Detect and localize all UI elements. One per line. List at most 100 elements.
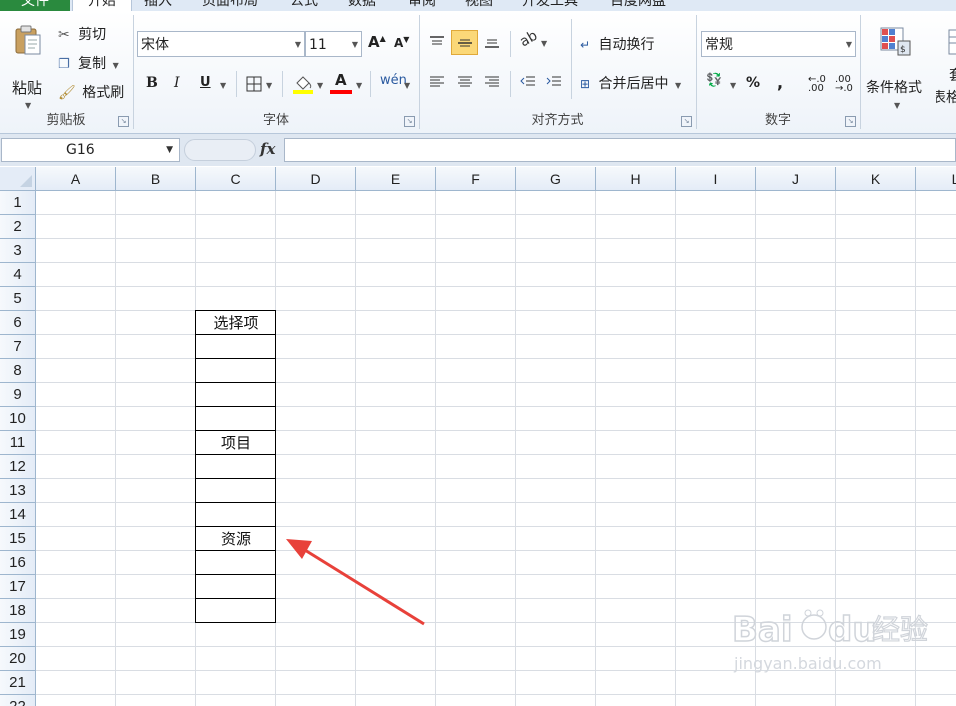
paste-button[interactable]: 粘贴 ▼ — [8, 25, 48, 111]
increase-font-button[interactable]: A▲ — [368, 33, 386, 51]
copy-dropdown-icon[interactable]: ▼ — [113, 61, 119, 70]
font-launcher-icon[interactable]: ↘ — [404, 116, 415, 127]
chevron-down-icon[interactable]: ▼ — [166, 139, 173, 161]
borders-dropdown-icon[interactable]: ▼ — [266, 81, 272, 90]
conditional-formatting-label: 条件格式 — [866, 80, 922, 96]
font-color-dropdown-icon[interactable]: ▼ — [356, 81, 362, 90]
italic-button[interactable]: I — [174, 75, 180, 91]
increase-indent-icon[interactable] — [546, 75, 562, 89]
merge-center-button[interactable]: ⊞ 合并后居中 ▼ — [580, 73, 681, 95]
underline-dropdown-icon[interactable]: ▼ — [220, 81, 226, 90]
worksheet: ABCDEFGHIJKL 1 2 3 4 5 6 7 8 9 10 11 12 13 14 15 16 17 18… — [0, 167, 956, 706]
merge-center-label: 合并后居中 — [598, 76, 669, 92]
formula-bar-expander[interactable] — [184, 139, 256, 161]
paste-label: 粘贴 — [12, 79, 43, 97]
font-name-combo[interactable]: 宋体 ▼ — [137, 31, 305, 57]
separator — [236, 71, 237, 97]
group-label-clipboard: 剪贴板 — [46, 113, 86, 128]
increase-font-icon: A▲ — [368, 33, 386, 51]
tab-home[interactable]: 开始 — [72, 0, 132, 11]
separator — [571, 19, 572, 99]
font-color-swatch — [330, 90, 352, 94]
name-box-value: G16 — [66, 142, 95, 158]
font-size-value: 11 — [309, 37, 327, 53]
format-as-table-partial-label: 套 — [949, 65, 956, 85]
formula-bar: G16 ▼ fx — [0, 134, 956, 166]
align-middle-button[interactable] — [451, 30, 478, 55]
increase-decimal-icon[interactable]: ←.0.00 — [808, 75, 826, 94]
tab-insert[interactable]: 插入 — [144, 0, 172, 11]
align-bottom-icon[interactable] — [484, 35, 500, 49]
borders-icon[interactable] — [246, 76, 262, 92]
copy-button[interactable]: ❐ 复制 ▼ — [58, 53, 119, 75]
percent-button[interactable]: % — [746, 75, 760, 91]
copy-icon: ❐ — [58, 57, 70, 72]
wrap-text-label: 自动换行 — [598, 37, 655, 53]
svg-text:jingyan.baidu.com: jingyan.baidu.com — [733, 654, 882, 673]
align-center-icon[interactable] — [457, 75, 473, 89]
decrease-indent-icon[interactable] — [520, 75, 536, 89]
currency-icon[interactable]: 💱 — [706, 73, 722, 88]
svg-text:Bai: Bai — [732, 610, 793, 650]
orientation-icon[interactable]: ab — [517, 28, 540, 51]
phonetic-icon[interactable]: wén — [380, 73, 407, 88]
ribbon-home: 粘贴 ▼ ✂ 剪切 ❐ 复制 ▼ 🖌 格式刷 剪贴板 ↘ 宋体 ▼ 11 ▼ A… — [0, 11, 956, 134]
underline-button[interactable]: U — [200, 75, 211, 90]
ribbon-tab-bar: 文件 开始 插入 页面布局 公式 数据 审阅 视图 开发工具 百度网盘 — [0, 0, 956, 11]
phonetic-dropdown-icon[interactable]: ▼ — [404, 81, 410, 90]
decrease-font-button[interactable]: A▼ — [394, 35, 409, 50]
format-painter-button[interactable]: 🖌 格式刷 — [58, 82, 124, 104]
insert-function-button[interactable]: fx — [260, 140, 275, 158]
separator — [282, 71, 283, 97]
formula-input[interactable] — [284, 138, 956, 162]
alignment-launcher-icon[interactable]: ↘ — [681, 116, 692, 127]
font-name-value: 宋体 — [141, 37, 169, 53]
group-label-alignment: 对齐方式 — [531, 113, 584, 128]
separator — [510, 71, 511, 97]
comma-button[interactable]: , — [777, 73, 783, 92]
name-box[interactable]: G16 ▼ — [1, 138, 180, 162]
tab-file[interactable]: 文件 — [0, 0, 70, 11]
tab-page-layout[interactable]: 页面布局 — [202, 0, 258, 11]
font-size-combo[interactable]: 11 ▼ — [305, 31, 362, 57]
tab-formulas[interactable]: 公式 — [290, 0, 318, 11]
chevron-down-icon[interactable]: ▼ — [295, 32, 301, 58]
separator — [370, 71, 371, 97]
cut-button[interactable]: ✂ 剪切 — [58, 24, 106, 46]
number-format-combo[interactable]: 常规 ▼ — [701, 31, 856, 57]
group-label-font: 字体 — [262, 113, 289, 128]
align-right-icon[interactable] — [484, 75, 500, 89]
fill-color-icon[interactable] — [292, 73, 314, 95]
chevron-down-icon[interactable]: ▼ — [846, 32, 852, 58]
orientation-dropdown-icon[interactable]: ▼ — [541, 39, 547, 48]
fill-color-dropdown-icon[interactable]: ▼ — [317, 81, 323, 90]
conditional-formatting-button[interactable]: $ 条件格式 ▼ — [864, 25, 930, 111]
conditional-formatting-dropdown-icon[interactable]: ▼ — [894, 101, 900, 110]
align-top-icon[interactable] — [429, 35, 445, 49]
currency-dropdown-icon[interactable]: ▼ — [730, 81, 736, 90]
wrap-text-icon: ↵ — [580, 38, 591, 52]
font-color-button[interactable]: A — [330, 71, 354, 97]
copy-label: 复制 — [78, 56, 107, 72]
paste-dropdown-icon[interactable]: ▼ — [25, 101, 31, 110]
format-as-table-label: 表格 — [936, 90, 956, 106]
clipboard-launcher-icon[interactable]: ↘ — [118, 116, 129, 127]
format-as-table-button[interactable]: 套 表格 — [936, 25, 956, 111]
merge-dropdown-icon[interactable]: ▼ — [675, 81, 681, 90]
tab-developer[interactable]: 开发工具 — [522, 0, 578, 11]
decrease-decimal-icon[interactable]: .00 →.0 — [835, 75, 853, 94]
tab-data[interactable]: 数据 — [348, 0, 376, 11]
group-divider — [860, 15, 861, 129]
svg-text:经验: 经验 — [872, 613, 928, 646]
number-launcher-icon[interactable]: ↘ — [845, 116, 856, 127]
format-as-table-icon — [948, 29, 956, 55]
bold-button[interactable]: B — [146, 75, 158, 91]
wrap-text-button[interactable]: ↵ 自动换行 — [580, 34, 655, 56]
chevron-down-icon[interactable]: ▼ — [352, 32, 358, 58]
align-left-icon[interactable] — [429, 75, 445, 89]
tab-view[interactable]: 视图 — [465, 0, 493, 11]
cut-label: 剪切 — [78, 27, 107, 43]
tab-review[interactable]: 审阅 — [408, 0, 436, 11]
tab-baidu-netdisk[interactable]: 百度网盘 — [610, 0, 666, 11]
decrease-font-icon: A▼ — [394, 35, 410, 50]
